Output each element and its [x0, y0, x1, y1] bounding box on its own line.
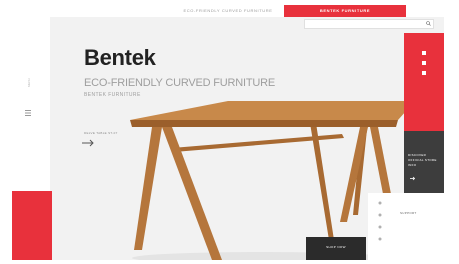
rail-vertical-text: MENU	[27, 78, 31, 87]
card-icon-1[interactable]	[378, 201, 382, 205]
hero-tagline: ECO-FRIENDLY CURVED FURNITURE	[84, 77, 275, 89]
brand-title: Bentek	[84, 45, 156, 70]
search-icon[interactable]	[426, 21, 431, 26]
page-frame: ECO-FRIENDLY CURVED FURNITURE BENTEK FUR…	[12, 5, 444, 260]
arrow-right-icon[interactable]	[410, 176, 415, 181]
shop-now-button[interactable]: SHOP NOW	[306, 237, 366, 260]
top-bar: ECO-FRIENDLY CURVED FURNITURE BENTEK FUR…	[12, 5, 444, 17]
tab-eco-furniture[interactable]: ECO-FRIENDLY CURVED FURNITURE	[172, 5, 284, 17]
shop-now-label: SHOP NOW	[326, 245, 346, 249]
social-icon-2[interactable]	[422, 61, 426, 65]
social-icon-3[interactable]	[422, 71, 426, 75]
support-card: SUPPORT	[368, 193, 444, 260]
social-icon-1[interactable]	[422, 51, 426, 55]
support-label: SUPPORT	[400, 211, 417, 215]
tab-bentek-furniture[interactable]: BENTEK FURNITURE	[284, 5, 406, 17]
arrow-right-icon[interactable]	[82, 139, 94, 147]
card-icon-4[interactable]	[378, 237, 382, 241]
card-icon-3[interactable]	[378, 225, 382, 229]
red-accent-block-right	[404, 33, 444, 131]
store-info-text: DISCOVER OFFICIAL STORE INFO	[408, 153, 437, 167]
card-icon-2[interactable]	[378, 213, 382, 217]
red-accent-block-left	[12, 191, 52, 260]
search-input[interactable]	[304, 19, 434, 29]
store-info-panel[interactable]: DISCOVER OFFICIAL STORE INFO	[404, 131, 444, 195]
menu-icon[interactable]	[25, 109, 31, 117]
